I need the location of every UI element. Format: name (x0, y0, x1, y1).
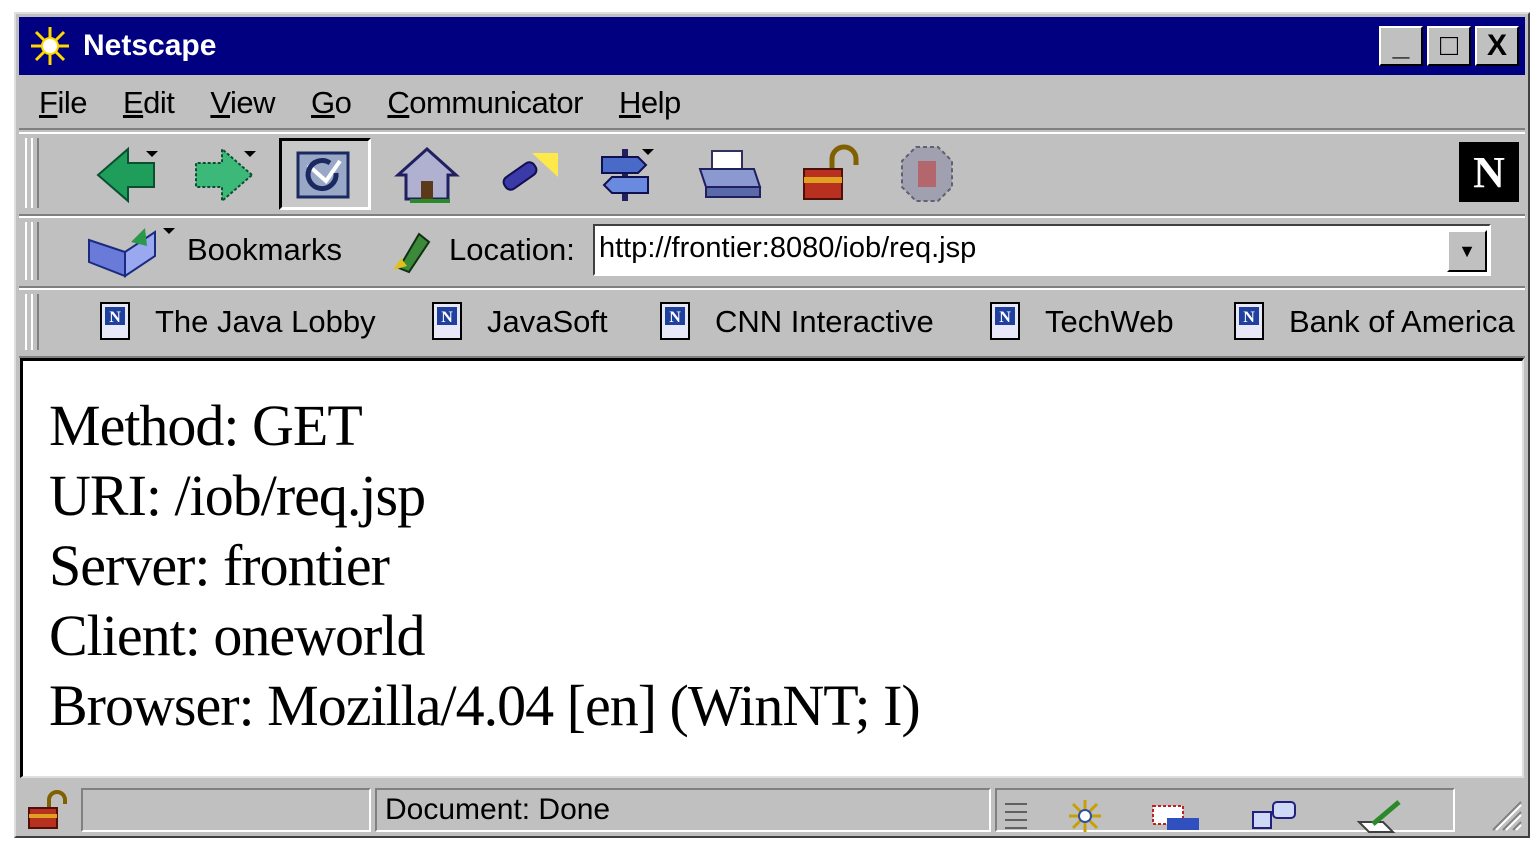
mailbox-icon[interactable] (1147, 796, 1203, 836)
home-button[interactable] (381, 138, 473, 210)
print-button[interactable] (683, 138, 775, 210)
personal-link-label: CNN Interactive (715, 304, 934, 339)
back-button[interactable] (81, 138, 173, 210)
signpost-icon (601, 149, 654, 201)
title-bar[interactable]: Netscape _ □ X (19, 17, 1525, 75)
personal-link-label: JavaSoft (487, 304, 608, 339)
menu-view[interactable]: View (210, 85, 275, 121)
personal-link-label: The Java Lobby (155, 304, 376, 339)
security-lock-icon[interactable] (23, 790, 73, 832)
reload-button[interactable] (279, 138, 371, 210)
back-arrow-icon (96, 146, 158, 204)
stop-button[interactable] (881, 138, 973, 210)
forward-arrow-icon (195, 146, 256, 204)
request-browser: Browser: Mozilla/4.04 [en] (WinNT; I) (49, 673, 921, 738)
stop-icon (901, 146, 953, 202)
home-icon (394, 146, 460, 203)
discussion-icon[interactable] (1247, 796, 1303, 836)
bookmark-page-icon: N (990, 302, 1020, 340)
personal-link[interactable]: N The Java Lobby (99, 298, 376, 346)
status-text: Document: Done (385, 793, 611, 826)
svg-text:N: N (441, 309, 453, 326)
guide-button[interactable] (581, 138, 673, 210)
personal-link-label: Bank of America (1289, 304, 1515, 339)
menu-go[interactable]: Go (311, 85, 352, 121)
request-uri: URI: /iob/req.jsp (49, 463, 426, 528)
forward-button[interactable] (179, 138, 271, 210)
personal-toolbar: N The Java Lobby N JavaSoft N CNN Intera… (19, 288, 1525, 358)
bookmark-page-icon: N (660, 302, 690, 340)
location-toolbar: Bookmarks Location: http://frontier:8080… (19, 216, 1525, 288)
page-proxy-icon[interactable] (389, 228, 435, 274)
maximize-button[interactable]: □ (1427, 26, 1471, 66)
request-client: Client: oneworld (49, 603, 425, 668)
minimize-button[interactable]: _ (1379, 26, 1423, 66)
component-bar (995, 788, 1455, 833)
request-server: Server: frontier (49, 533, 390, 598)
bookmark-page-icon: N (1234, 302, 1264, 340)
composer-icon[interactable] (1353, 796, 1409, 836)
personal-link[interactable]: N TechWeb (989, 298, 1174, 346)
netscape-logo[interactable]: N (1459, 142, 1519, 202)
menu-communicator[interactable]: Communicator (387, 85, 583, 121)
bookmark-page-icon: N (100, 302, 130, 340)
browser-window: Netscape _ □ X File Edit View Go Communi… (14, 12, 1530, 838)
toolbar-grip[interactable] (23, 138, 39, 208)
location-label: Location: (449, 232, 575, 267)
personal-link[interactable]: N Bank of America (1233, 298, 1515, 346)
status-bar: Document: Done (19, 784, 1525, 834)
navigator-icon[interactable] (1057, 796, 1113, 836)
toolbar-grip[interactable] (23, 222, 39, 280)
progress-cell (81, 788, 371, 832)
search-flashlight-icon (502, 153, 558, 191)
search-button[interactable] (481, 138, 573, 210)
close-button[interactable]: X (1475, 26, 1519, 66)
reload-icon (296, 151, 350, 199)
location-url-input[interactable]: http://frontier:8080/iob/req.jsp (593, 224, 1491, 276)
location-dropdown-button[interactable]: ▼ (1447, 230, 1487, 272)
svg-text:N: N (669, 309, 681, 326)
personal-link-label: TechWeb (1045, 304, 1174, 339)
bookmark-page-icon: N (432, 302, 462, 340)
page-content: Method: GET URI: /iob/req.jsp Server: fr… (20, 358, 1524, 778)
personal-link[interactable]: N CNN Interactive (659, 298, 934, 346)
security-button[interactable] (783, 138, 875, 210)
toolbar-grip[interactable] (23, 294, 39, 350)
svg-text:N: N (109, 309, 121, 326)
resize-grip-icon[interactable] (1485, 794, 1523, 832)
menu-edit[interactable]: Edit (123, 85, 175, 121)
menu-help[interactable]: Help (619, 85, 681, 121)
printer-icon (698, 150, 762, 198)
menu-bar: File Edit View Go Communicator Help (19, 78, 1525, 130)
bookmarks-label[interactable]: Bookmarks (187, 232, 342, 268)
menu-file[interactable]: File (39, 85, 87, 121)
personal-link[interactable]: N JavaSoft (431, 298, 608, 346)
status-message-cell: Document: Done (375, 788, 991, 832)
request-method: Method: GET (49, 393, 363, 458)
component-grip-icon[interactable] (1001, 796, 1031, 836)
svg-text:N: N (999, 309, 1011, 326)
padlock-open-icon (803, 144, 859, 200)
netscape-app-icon (27, 23, 73, 69)
navigation-toolbar: N (19, 132, 1525, 216)
window-title: Netscape (83, 29, 217, 62)
bookmarks-icon[interactable] (85, 222, 181, 278)
svg-text:N: N (1243, 309, 1255, 326)
triangle-down-icon: ▼ (1458, 240, 1476, 261)
